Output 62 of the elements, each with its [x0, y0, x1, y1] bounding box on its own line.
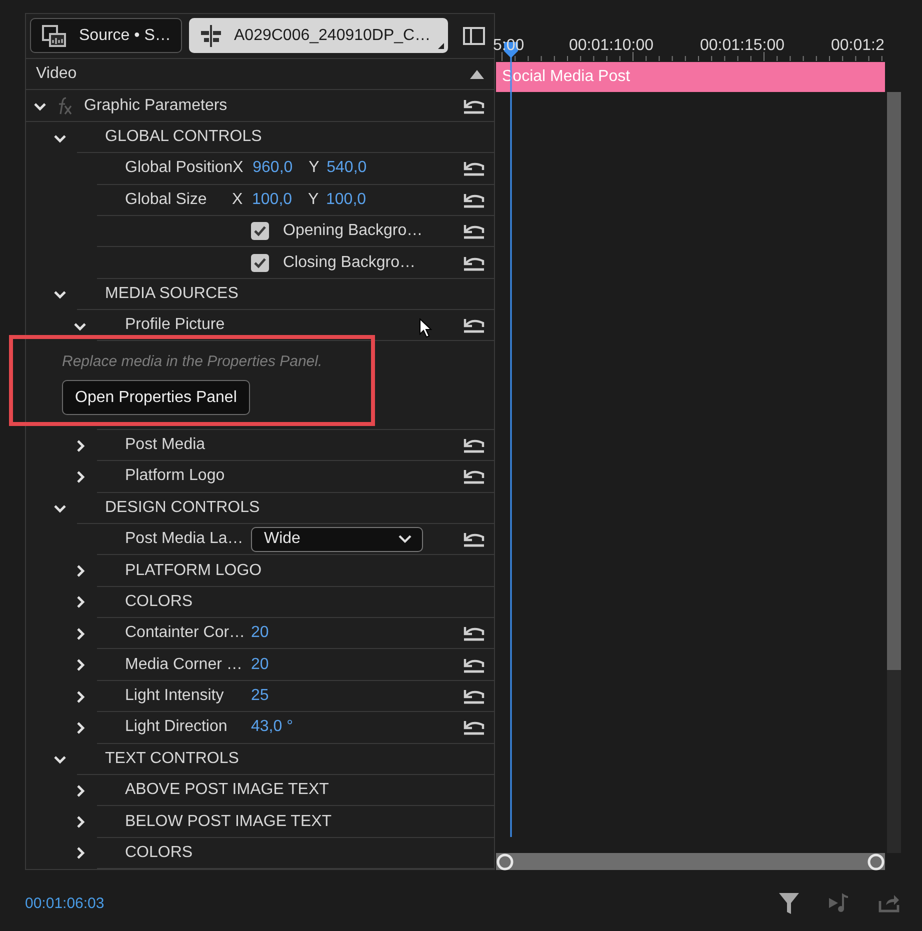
group-label: MEDIA SOURCES	[105, 284, 238, 303]
property-value[interactable]: 20	[251, 656, 269, 674]
group-label: Platform Logo	[125, 467, 225, 486]
y-value[interactable]: 540,0	[326, 159, 367, 178]
panel-tab[interactable]: A029C006_240910DP_C…	[189, 18, 448, 54]
corner-triangle-icon	[438, 43, 444, 50]
fx-icon	[57, 96, 73, 115]
x-value[interactable]: 960,0	[252, 159, 309, 178]
property-label: Global Size	[125, 190, 208, 209]
axis-label: Y	[308, 190, 320, 209]
axis-label: X	[232, 190, 244, 209]
group-label: COLORS	[125, 592, 193, 611]
group-label: GLOBAL CONTROLS	[105, 128, 262, 146]
chevron-down-icon	[398, 534, 412, 544]
layout-dropdown[interactable]: Wide	[251, 526, 423, 552]
group-label: Profile Picture	[125, 316, 225, 334]
x-value[interactable]: 100,0	[252, 190, 308, 209]
group-label: PLATFORM LOGO	[125, 562, 262, 580]
property-label: Global Position	[125, 159, 233, 178]
timecode[interactable]: 00:01:06:03	[25, 894, 104, 912]
play-audio-icon[interactable]	[828, 893, 850, 913]
collapse-icon[interactable]	[470, 70, 484, 79]
group-label: Post Media	[125, 436, 206, 454]
panel-tab[interactable]: Source • S…	[30, 18, 182, 54]
panel-layout-icon[interactable]	[463, 26, 485, 45]
checkbox-label: Opening Backgro…	[283, 222, 423, 240]
group-label: TEXT CONTROLS	[105, 750, 239, 768]
group-label: COLORS	[125, 844, 193, 862]
zoom-handle[interactable]	[496, 852, 514, 870]
property-value[interactable]: 20	[251, 624, 269, 642]
sequence-icon	[200, 24, 222, 48]
cursor-icon	[419, 318, 433, 338]
zoom-handle[interactable]	[867, 852, 885, 870]
filter-icon[interactable]	[778, 891, 800, 915]
property-label: Light Direction	[125, 718, 228, 736]
axis-label: X	[232, 159, 244, 178]
group-label: BELOW POST IMAGE TEXT	[125, 812, 332, 831]
axis-label: Y	[308, 159, 320, 178]
clip-icon	[41, 22, 67, 49]
ruler-timecode: 00:01:10:00	[569, 37, 654, 55]
checkbox[interactable]	[251, 254, 269, 272]
y-value[interactable]: 100,0	[326, 190, 366, 209]
property-label: Media Corner …	[125, 656, 244, 674]
ruler-timecode: 00:01:2	[831, 37, 884, 55]
property-value[interactable]: 25	[251, 687, 269, 706]
zoom-scrollbar[interactable]	[496, 853, 885, 870]
group-label: ABOVE POST IMAGE TEXT	[125, 781, 329, 800]
ruler-timecode: 00:01:15:00	[700, 37, 785, 55]
property-label: Light Intensity	[125, 687, 225, 706]
effect-label: Graphic Parameters	[84, 96, 228, 115]
property-value[interactable]: 43,0 °	[251, 718, 293, 736]
scrollbar-track[interactable]	[887, 92, 901, 853]
section-title: Video	[36, 65, 77, 84]
hint-text: Replace media in the Properties Panel.	[62, 353, 324, 370]
checkbox-label: Closing Backgro…	[283, 254, 416, 272]
property-label: Post Media La…	[125, 530, 244, 548]
checkbox[interactable]	[251, 222, 269, 240]
scrollbar-thumb[interactable]	[887, 92, 901, 670]
export-icon[interactable]	[878, 893, 900, 913]
group-label: DESIGN CONTROLS	[105, 498, 260, 517]
property-label: Containter Cor…	[125, 624, 246, 642]
open-properties-button[interactable]: Open Properties Panel	[62, 380, 250, 416]
